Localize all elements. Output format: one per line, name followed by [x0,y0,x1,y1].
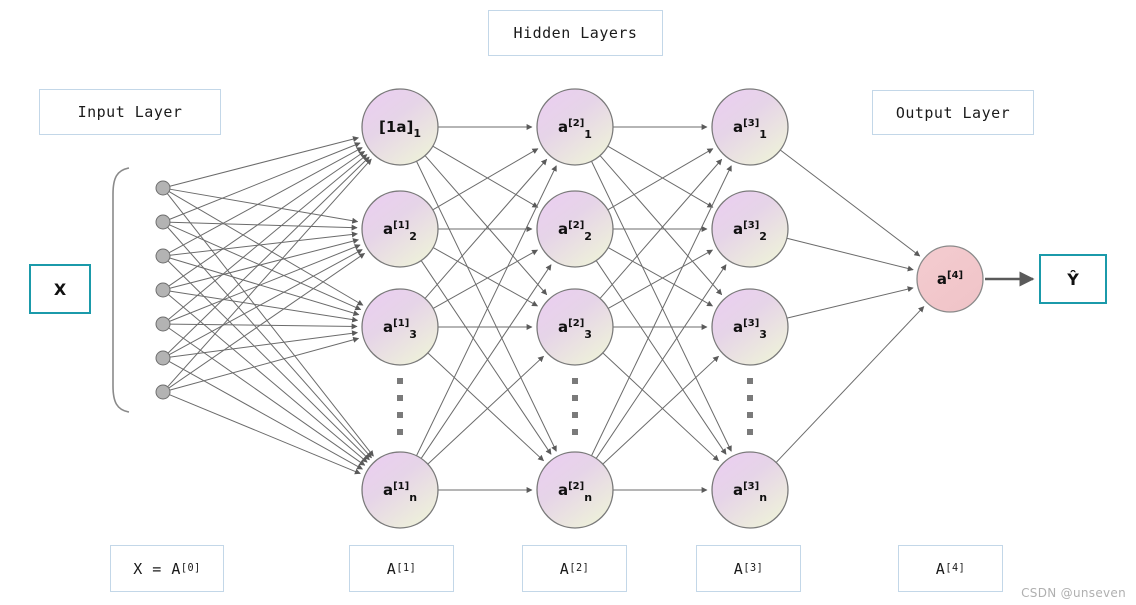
edges-layer3-to-output [775,149,925,463]
ellipsis-dot [572,412,578,418]
connection-edge [169,224,362,311]
input-layer-nodes [155,180,171,400]
hidden-layer-nodes: [1a]1 a[1]2 a[1]3 a[1]n a[2]1 a[2]2 a[2]3 a[2]n… [361,88,789,529]
connection-edge [607,145,714,208]
connection-edge [169,244,361,322]
connection-edge [427,352,544,462]
hidden-node-1-1: [1a]1 [361,88,439,166]
ellipsis-dot [397,429,403,435]
connection-edge [169,394,361,475]
input-x-box: X [29,264,91,314]
connection-edge [591,165,732,456]
ellipsis-dot [747,395,753,401]
ellipsis-dot [572,429,578,435]
activation-box-a4: A [4] [898,545,1003,592]
connection-edge [607,148,714,211]
input-node-2 [155,214,171,230]
connection-edge [420,264,552,459]
edges-layer1-to-layer2 [416,124,557,493]
ellipsis-dot [747,412,753,418]
connection-edge [595,260,727,455]
activation-box-a2: A [2] [522,545,627,592]
connection-edge [595,264,727,459]
input-layer-label: Input Layer [39,89,221,135]
connection-edge [169,221,358,231]
output-node: a[4] [916,245,984,313]
ellipsis-dot [397,378,403,384]
output-yhat-box: Ŷ [1039,254,1107,304]
connection-edge [602,355,719,465]
connection-edge [168,191,364,306]
connection-edge [168,327,366,466]
input-node-5 [155,316,171,332]
connection-edge [599,155,723,296]
connection-edge [432,148,539,211]
connection-edge [786,286,914,319]
connection-edge [420,260,552,455]
connection-edge [432,249,539,309]
hidden-node-3-2: a[3]2 [711,190,789,268]
neural-network-diagram: [1a]1 a[1]2 a[1]3 a[1]n a[2]1 a[2]2 a[2]3 a[2]n… [0,0,1136,605]
hidden-layers-label: Hidden Layers [488,10,663,56]
connection-edge [424,155,548,296]
ellipsis-dot [397,412,403,418]
connection-edge [167,156,370,354]
hidden-node-1-n: a[1]n [361,451,439,529]
hidden-node-2-3: a[2]3 [536,288,614,366]
input-brace [112,167,130,413]
connection-edge [432,247,539,307]
connection-edge [779,149,921,257]
connection-edge [416,165,557,456]
hidden-node-3-1: a[3]1 [711,88,789,166]
hidden-node-2-n: a[2]n [536,451,614,529]
connection-edge [786,237,914,272]
hidden-node-1-2: a[1]2 [361,190,439,268]
hidden-node-1-3: a[1]3 [361,288,439,366]
edges-layer2-to-layer3 [591,124,732,493]
connection-edge [168,150,366,287]
output-layer-label: Output Layer [872,90,1034,135]
watermark-text: CSDN @unseven [1021,586,1126,600]
connection-edge [607,249,714,309]
edges-input-to-layer1 [166,136,374,475]
connection-edge [169,336,360,391]
ellipsis-dot [747,429,753,435]
hidden-node-2-2: a[2]2 [536,190,614,268]
connection-edge [427,355,544,465]
connection-edge [169,142,361,220]
ellipsis-dot [747,378,753,384]
connection-edge [169,136,359,187]
connection-edge [168,252,366,389]
input-node-3 [155,248,171,264]
connection-edge [607,247,714,307]
output-layer-node: a[4] [916,245,984,313]
input-node-4 [155,282,171,298]
hidden-node-3-n: a[3]n [711,451,789,529]
activation-box-a0: X = A [0] [110,545,224,592]
connection-edge [167,158,372,388]
ellipsis-dot [397,395,403,401]
ellipsis-dot [572,395,578,401]
connection-edge [167,260,370,461]
connection-edge [432,145,539,208]
hidden-node-3-3: a[3]3 [711,288,789,366]
activation-box-a1: A [1] [349,545,454,592]
input-node-7 [155,384,171,400]
connection-edge [602,352,719,462]
connection-edge [167,226,372,459]
connection-edge [775,306,925,463]
input-node-1 [155,180,171,196]
hidden-node-2-1: a[2]1 [536,88,614,166]
ellipsis-dot [572,378,578,384]
activation-box-a3: A [3] [696,545,801,592]
input-node-6 [155,350,171,366]
